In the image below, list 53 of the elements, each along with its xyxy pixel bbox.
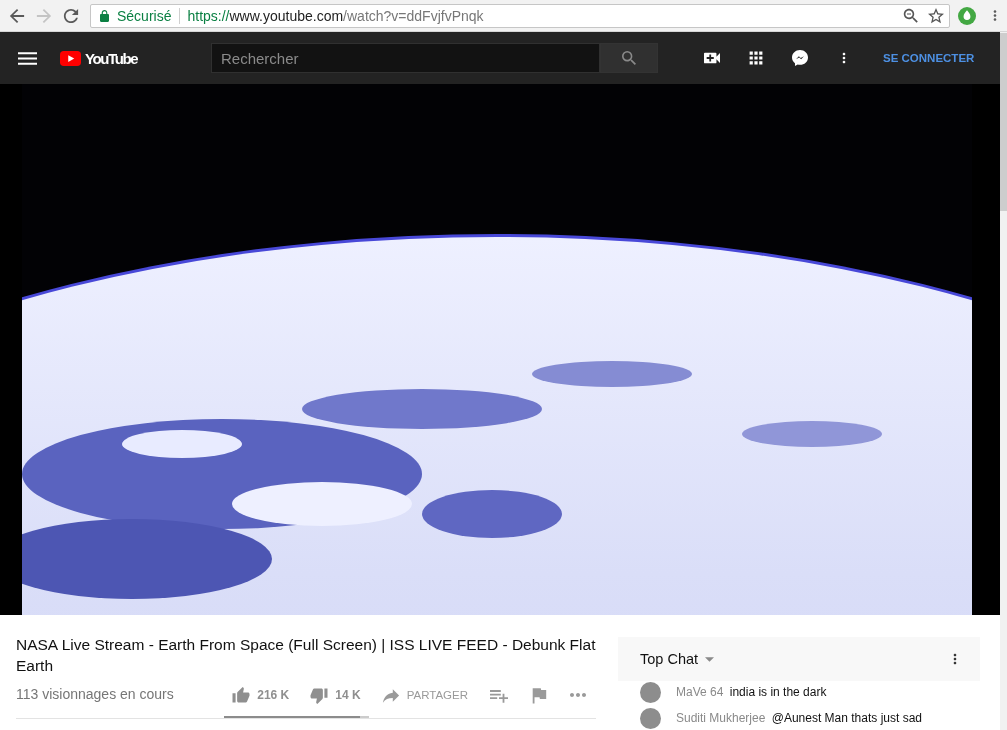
- more-vertical-icon: [993, 9, 997, 22]
- menu-button[interactable]: [15, 51, 40, 65]
- reload-icon: [62, 7, 79, 24]
- extension-button[interactable]: [958, 6, 976, 25]
- chat-menu-button[interactable]: [953, 652, 957, 666]
- chat-author: MaVe 64: [676, 685, 724, 699]
- search-button[interactable]: [600, 43, 658, 73]
- forward-arrow-icon: [35, 7, 52, 24]
- drop-badge-icon: [958, 6, 976, 25]
- chat-message: india is in the dark: [729, 685, 827, 699]
- chat-bubble-icon: [792, 49, 808, 67]
- thumbs-up-icon: [232, 686, 251, 704]
- video-camera-plus-icon: [704, 52, 720, 64]
- play-logo-icon: [60, 50, 81, 66]
- more-vertical-icon: [953, 652, 957, 666]
- create-video-button[interactable]: [704, 52, 720, 64]
- star-outline-icon: [928, 7, 944, 24]
- chat-message: @Aunest Man thats just sad: [771, 711, 922, 725]
- user-avatar: [640, 682, 661, 703]
- user-avatar: [640, 708, 661, 729]
- zoom-button[interactable]: [903, 7, 919, 24]
- zoom-out-icon: [903, 7, 919, 24]
- security-label: Sécurisé: [117, 7, 172, 24]
- flag-icon: [530, 686, 548, 704]
- chat-author: Suditi Mukherjee: [676, 711, 766, 725]
- caret-down-icon: [705, 656, 715, 662]
- share-button[interactable]: PARTAGER: [381, 686, 468, 704]
- browser-menu-button[interactable]: [993, 9, 997, 22]
- bookmark-button[interactable]: [928, 7, 944, 24]
- more-actions-button[interactable]: [570, 693, 586, 697]
- sign-in-button[interactable]: SE CONNECTER: [883, 52, 975, 64]
- chat-mode-dropdown[interactable]: Top Chat: [640, 651, 715, 667]
- back-arrow-icon: [8, 7, 25, 24]
- like-button[interactable]: 216 K: [232, 686, 290, 704]
- url-text: https://www.youtube.com/watch?v=ddFvjfvPnqk: [187, 7, 484, 24]
- thumbs-down-icon: [310, 686, 329, 704]
- scrollbar-thumb[interactable]: [1000, 33, 1007, 211]
- youtube-logo[interactable]: YouTube: [60, 49, 138, 67]
- dislike-button[interactable]: 14 K: [310, 686, 361, 704]
- padlock-icon: [100, 9, 109, 22]
- more-vertical-icon: [842, 51, 846, 65]
- apps-grid-icon: [748, 50, 764, 66]
- search-icon: [622, 51, 636, 65]
- report-button[interactable]: [530, 686, 548, 704]
- video-title: NASA Live Stream - Earth From Space (Full Screen) | ISS LIVE FEED - Debunk Flat Earth: [16, 635, 597, 676]
- menu-icon: [18, 51, 37, 65]
- page-scrollbar[interactable]: [1000, 32, 1007, 730]
- apps-button[interactable]: [748, 50, 764, 66]
- search-field[interactable]: Rechercher: [211, 43, 600, 73]
- view-count: 113 visionnages en cours: [16, 685, 175, 704]
- messages-button[interactable]: [792, 49, 808, 67]
- address-bar[interactable]: Sécurisé https://www.youtube.com/watch?v=ddFvjfvPnqk: [90, 3, 950, 28]
- more-horizontal-icon: [570, 693, 586, 697]
